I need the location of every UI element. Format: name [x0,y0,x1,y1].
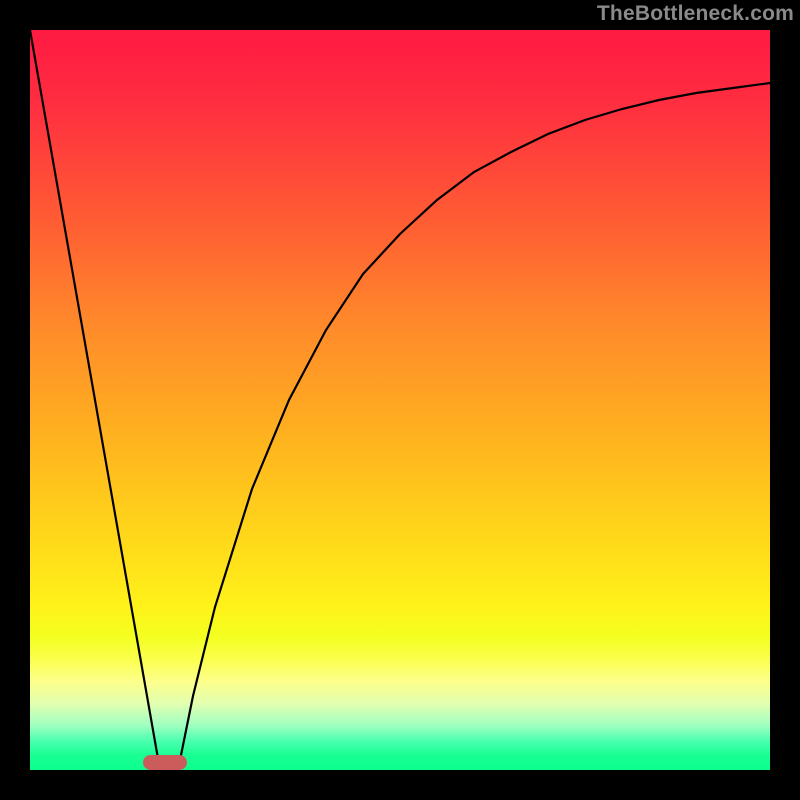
chart-frame: TheBottleneck.com [0,0,800,800]
bottleneck-curve [30,30,770,770]
watermark-text: TheBottleneck.com [597,2,794,26]
plot-area [30,30,770,770]
sweet-spot-marker [143,755,187,770]
right-branch [178,83,770,770]
left-branch [30,30,160,770]
